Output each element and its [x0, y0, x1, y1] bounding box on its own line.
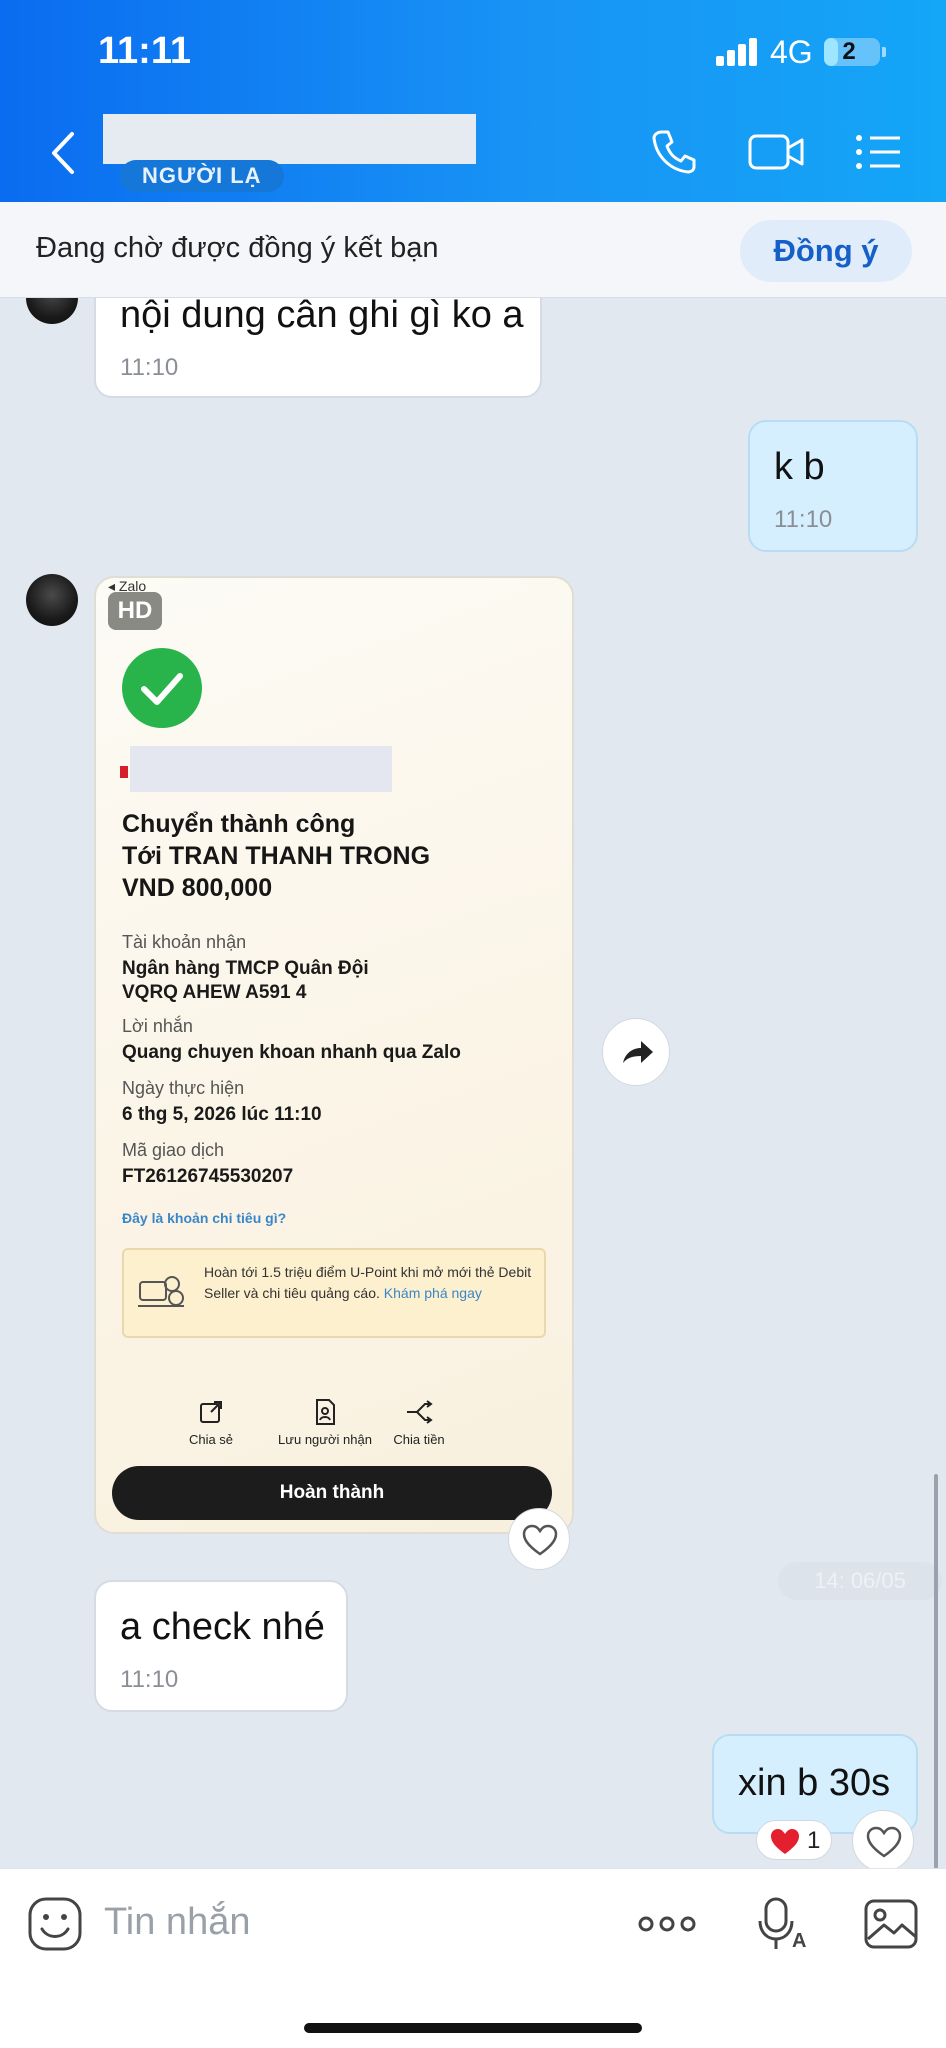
hd-badge: HD: [108, 592, 162, 630]
receipt-amount: VND 800,000: [122, 874, 273, 902]
promo-text: Hoàn tới 1.5 triệu điểm U-Point khi mở m…: [204, 1264, 532, 1301]
message-bubble[interactable]: k b 11:10: [748, 420, 918, 552]
image-message-receipt[interactable]: ◂ Zalo HD Chuyển thành công Tới TRAN THA…: [94, 576, 574, 1534]
menu-list-icon[interactable]: [854, 126, 904, 178]
message-text: xin b 30s: [738, 1762, 891, 1804]
svg-text:A: A: [792, 1930, 806, 1952]
battery-icon: 2: [824, 38, 886, 66]
back-icon[interactable]: [46, 128, 80, 178]
date-label: Ngày thực hiện: [122, 1078, 245, 1098]
network-type: 4G: [770, 34, 813, 70]
contact-name-redacted[interactable]: [103, 114, 476, 164]
share-action: Chia sẻ: [156, 1398, 266, 1447]
signal-icon: [716, 38, 758, 66]
coins-icon: [138, 1276, 184, 1307]
message-time: 11:10: [774, 506, 833, 533]
forward-button[interactable]: [602, 1018, 670, 1086]
chat-area[interactable]: nội dung cân ghi gì ko a 11:10 k b 11:10…: [0, 298, 946, 1868]
contact-card-icon: [316, 1399, 335, 1425]
heart-emoji-icon: [771, 1829, 799, 1854]
emoji-sticker-icon[interactable]: [26, 1895, 84, 1953]
more-options-icon[interactable]: [636, 1895, 698, 1953]
receipt-status: Chuyển thành công: [122, 810, 356, 838]
video-call-icon[interactable]: [746, 126, 806, 178]
phone-call-icon[interactable]: [648, 126, 700, 178]
avatar[interactable]: [26, 298, 78, 324]
status-time: 11:11: [98, 30, 191, 72]
promo-banner: Hoàn tới 1.5 triệu điểm U-Point khi mở m…: [122, 1248, 546, 1338]
reaction-badge[interactable]: 1: [756, 1820, 832, 1860]
split-icon: [407, 1400, 433, 1424]
account-number: VQRQ AHEW A591 4: [122, 982, 307, 1003]
heart-outline-icon: [866, 1826, 902, 1858]
transaction-label: Mã giao dịch: [122, 1140, 225, 1160]
account-label: Tài khoản nhận: [122, 932, 247, 952]
date-value: 6 thg 5, 2026 lúc 11:10: [122, 1104, 322, 1125]
message-input-bar: Tin nhắn A: [0, 1868, 946, 2048]
done-button: Hoàn thành: [112, 1466, 552, 1520]
message-input[interactable]: Tin nhắn: [104, 1901, 250, 1944]
message-text: nội dung cân ghi gì ko a: [120, 298, 524, 336]
message-text: k b: [774, 446, 825, 488]
battery-level: 2: [842, 38, 856, 65]
bank-logo-fragment: [120, 766, 128, 778]
message-time: 11:10: [120, 1666, 179, 1693]
friend-request-bar: Đang chờ được đồng ý kết bạn Đồng ý: [0, 202, 946, 298]
image-gallery-icon[interactable]: [862, 1895, 920, 1953]
success-check-icon: [122, 648, 202, 728]
chat-scrollbar[interactable]: [934, 1474, 938, 1868]
message-time: 11:10: [120, 354, 179, 381]
agree-button[interactable]: Đồng ý: [740, 220, 912, 282]
stranger-badge: NGƯỜI LẠ: [120, 160, 284, 192]
reaction-count: 1: [807, 1827, 821, 1854]
avatar[interactable]: [26, 574, 78, 626]
message-value: Quang chuyen khoan nhanh qua Zalo: [122, 1042, 461, 1063]
home-indicator: [304, 2023, 642, 2033]
bank-name-redacted: [130, 746, 392, 792]
voice-to-text-icon[interactable]: A: [752, 1895, 810, 1953]
receipt-recipient: Tới TRAN THANH TRONG: [122, 842, 431, 870]
spend-category-link: Đây là khoản chi tiêu gì?: [122, 1210, 287, 1226]
share-icon: [200, 1401, 222, 1423]
date-separator: 14: 06/05: [778, 1562, 942, 1600]
message-bubble[interactable]: a check nhé 11:10: [94, 1580, 348, 1712]
forward-icon: [623, 1041, 653, 1063]
friend-request-text: Đang chờ được đồng ý kết bạn: [36, 232, 439, 264]
promo-link: Khám phá ngay: [383, 1285, 482, 1301]
account-bank: Ngân hàng TMCP Quân Đội: [122, 958, 369, 979]
split-money-action: Chia tiền: [364, 1398, 474, 1447]
react-heart-button[interactable]: [508, 1508, 570, 1570]
react-heart-button[interactable]: [852, 1810, 914, 1868]
chat-header: 11:11 4G 2 NGƯỜI LẠ: [0, 0, 946, 202]
message-text: a check nhé: [120, 1606, 325, 1648]
message-bubble[interactable]: nội dung cân ghi gì ko a 11:10: [94, 298, 542, 398]
heart-outline-icon: [522, 1524, 558, 1556]
message-label: Lời nhắn: [122, 1016, 193, 1036]
transaction-id: FT26126745530207: [122, 1166, 294, 1187]
